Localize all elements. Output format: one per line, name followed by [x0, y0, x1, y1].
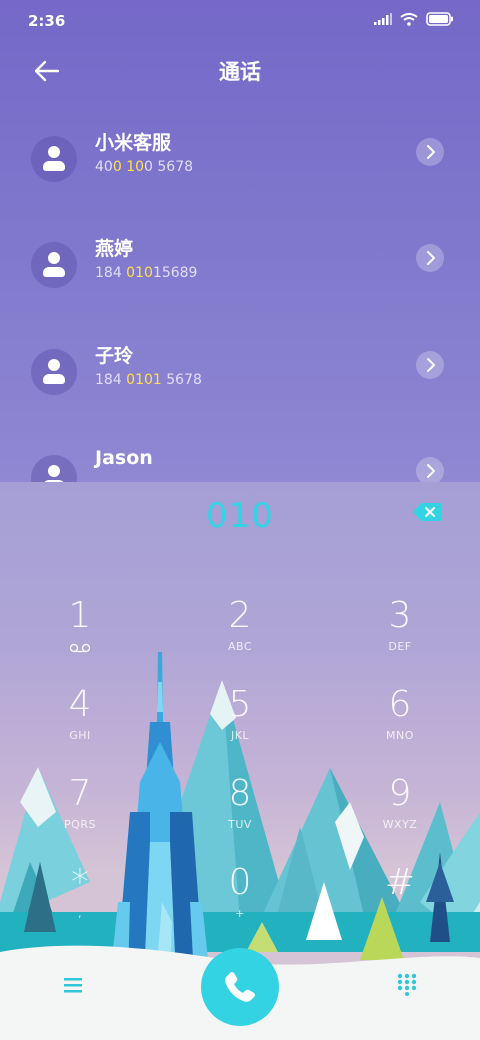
dialpad-icon[interactable] — [396, 972, 418, 996]
key-4[interactable]: 4 GHI — [20, 683, 140, 763]
person-icon — [31, 242, 77, 288]
key-5[interactable]: 5 JKL — [180, 683, 300, 763]
key-3[interactable]: 3 DEF — [340, 594, 460, 674]
key-9[interactable]: 9 WXYZ — [340, 772, 460, 852]
contact-number: 400 100 5678 — [95, 159, 194, 175]
call-log-panel: 2:36 通话 小米客服 400 100 5678 燕婷 184 0101568… — [0, 0, 480, 482]
person-icon — [31, 349, 77, 395]
person-icon — [31, 136, 77, 182]
contact-row[interactable]: Jason — [0, 443, 480, 482]
key-7[interactable]: 7 PQRS — [20, 772, 140, 852]
chevron-right-icon[interactable] — [416, 138, 444, 166]
status-bar: 2:36 — [0, 0, 480, 40]
battery-icon — [426, 12, 453, 26]
chevron-right-icon[interactable] — [416, 457, 444, 482]
key-1[interactable]: 1 — [20, 594, 140, 674]
key-6[interactable]: 6 MNO — [340, 683, 460, 763]
contact-name: 小米客服 — [95, 132, 172, 154]
dialed-number: 010 — [206, 496, 274, 536]
key-hash[interactable]: # — [340, 861, 460, 941]
backspace-icon[interactable] — [412, 502, 442, 522]
contact-name: 子玲 — [95, 345, 134, 367]
person-icon — [31, 455, 77, 482]
contact-row[interactable]: 小米客服 400 100 5678 — [0, 124, 480, 204]
header: 通话 — [0, 46, 480, 96]
status-time: 2:36 — [28, 12, 66, 30]
signal-icon — [374, 13, 392, 25]
chevron-right-icon[interactable] — [416, 244, 444, 272]
contact-name: 燕婷 — [95, 238, 134, 260]
contact-row[interactable]: 子玲 184 0101 5678 — [0, 337, 480, 417]
key-8[interactable]: 8 TUV — [180, 772, 300, 852]
wifi-icon — [400, 12, 418, 26]
phone-icon — [225, 972, 255, 1002]
contact-number: 184 0101 5678 — [95, 372, 202, 388]
voicemail-icon — [69, 643, 91, 653]
contact-row[interactable]: 燕婷 184 01015689 — [0, 230, 480, 310]
page-title: 通话 — [219, 60, 261, 84]
contact-name: Jason — [95, 447, 153, 469]
key-star[interactable]: *, — [20, 861, 140, 941]
chevron-right-icon[interactable] — [416, 351, 444, 379]
contact-number: 184 01015689 — [95, 265, 198, 281]
key-2[interactable]: 2 ABC — [180, 594, 300, 674]
menu-icon[interactable] — [62, 976, 84, 994]
key-0[interactable]: 0 + — [180, 861, 300, 941]
call-button[interactable] — [201, 948, 279, 1026]
dialpad-panel: 010 1 2 ABC 3 DEF 4 GHI 5 JKL 6 MNO 7 PQRS 8 TU… — [0, 482, 480, 1040]
status-icons — [374, 12, 454, 26]
